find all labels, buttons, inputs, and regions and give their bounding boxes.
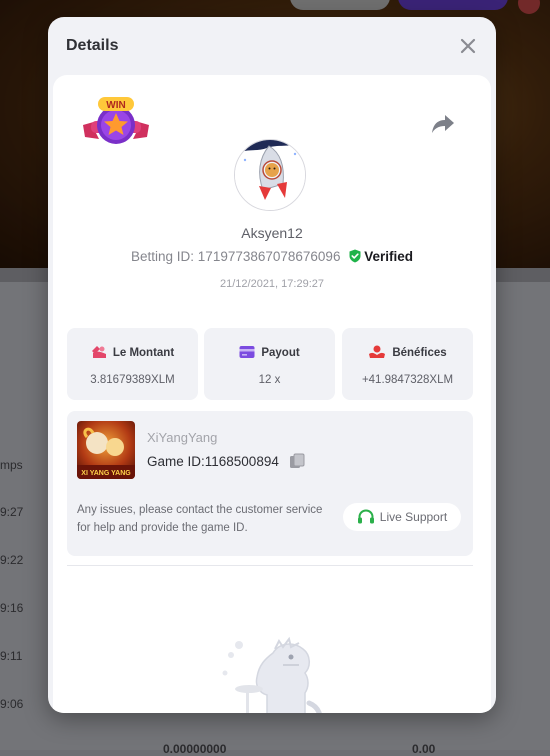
bet-stats: Le Montant 3.81679389XLM Payout 12 x Bén… [67, 328, 473, 400]
close-icon[interactable] [458, 36, 478, 56]
profit-icon [369, 345, 386, 358]
game-id-row: Game ID:1168500894 [147, 453, 305, 469]
card-icon [239, 346, 255, 358]
game-info: XI YANG YANG XiYangYang Game ID:11685008… [67, 411, 473, 556]
modal-header: Details [48, 17, 496, 75]
game-name: XiYangYang [147, 430, 218, 445]
share-icon[interactable] [431, 113, 455, 135]
divider [67, 565, 473, 566]
background-time-label: 9:16 [0, 601, 24, 615]
stat-label: Payout [261, 347, 300, 359]
stat-value: +41.9847328XLM [361, 374, 454, 386]
avatar [234, 139, 306, 211]
background-amount: 0.00 [412, 742, 436, 756]
stat-label: Le Montant [112, 347, 175, 359]
betting-id-label: Betting ID: [131, 249, 195, 264]
background-button [290, 0, 390, 10]
game-thumbnail[interactable]: XI YANG YANG [77, 421, 135, 479]
stat-value: 12 x [258, 374, 281, 386]
live-support-label: Live Support [379, 510, 448, 524]
background-time-label: 9:06 [0, 697, 24, 711]
modal-title: Details [66, 37, 119, 54]
betting-id-row: Betting ID: 1719773867078676096 Verified [53, 249, 491, 264]
stat-amount: Le Montant 3.81679389XLM [67, 328, 198, 400]
betting-id-value: 1719773867078676096 [197, 249, 341, 264]
money-icon [91, 346, 106, 358]
game-id-value: 1168500894 [204, 454, 279, 469]
username: Aksyen12 [241, 225, 303, 241]
live-support-button[interactable]: Live Support [343, 503, 461, 531]
background-time-label: 9:22 [0, 553, 24, 567]
stat-payout: Payout 12 x [204, 328, 335, 400]
bet-timestamp: 21/12/2021, 17:29:27 [220, 278, 324, 290]
background-time-label: 9:11 [0, 649, 23, 663]
rocket-doge-icon [235, 140, 305, 210]
stat-label: Bénéfices [392, 347, 447, 359]
support-message: Any issues, please contact the customer … [77, 504, 323, 534]
stat-profit: Bénéfices +41.9847328XLM [342, 328, 473, 400]
win-badge-text: WIN [106, 100, 125, 111]
background-amount: 0.00000000 [163, 742, 227, 756]
verified-shield-icon [349, 249, 361, 263]
background-primary-button [398, 0, 508, 10]
background-avatar [518, 0, 540, 14]
background-column-header: mps [0, 458, 23, 472]
dinosaur-mascot-icon [222, 636, 322, 713]
game-id-label: Game ID: [147, 454, 205, 469]
details-modal: Details WIN Aksyen12 Betting ID: 1719773… [48, 17, 496, 713]
headset-icon [357, 509, 374, 524]
bet-details-card: WIN Aksyen12 Betting ID: 171977386707867… [53, 75, 491, 713]
verified-label: Verified [364, 249, 413, 264]
stat-value: 3.81679389XLM [90, 374, 175, 386]
background-time-label: 9:27 [0, 505, 24, 519]
win-badge-icon: WIN [83, 97, 149, 144]
game-thumbnail-label: XI YANG YANG [81, 470, 131, 477]
copy-icon[interactable] [289, 453, 305, 469]
game-thumbnail-image: XI YANG YANG [77, 421, 135, 479]
